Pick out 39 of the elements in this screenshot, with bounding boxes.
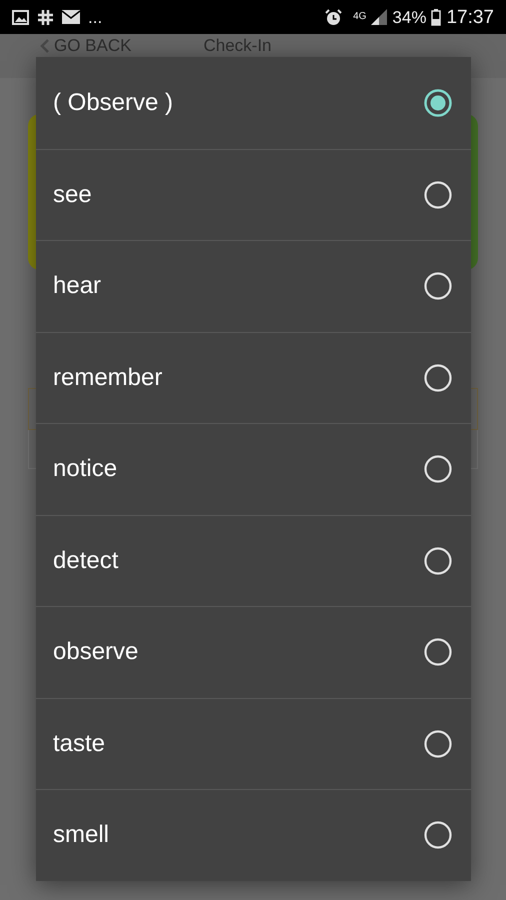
option-row[interactable]: hear bbox=[36, 240, 471, 332]
option-label: notice bbox=[53, 455, 118, 484]
radio-button[interactable] bbox=[423, 180, 453, 210]
option-label: see bbox=[53, 180, 92, 209]
grid-icon bbox=[37, 8, 54, 26]
alarm-icon bbox=[325, 8, 342, 26]
radio-button[interactable] bbox=[423, 637, 453, 668]
radio-button[interactable] bbox=[423, 728, 453, 759]
option-row[interactable]: remember bbox=[36, 332, 471, 423]
radio-button[interactable] bbox=[423, 546, 453, 576]
chevron-left-icon bbox=[40, 38, 50, 54]
screen-title: Check-In bbox=[203, 37, 272, 54]
signal-icon bbox=[371, 9, 388, 25]
option-row[interactable]: ( Observe ) bbox=[36, 57, 471, 148]
image-icon bbox=[12, 10, 29, 24]
option-row[interactable]: observe bbox=[36, 606, 471, 698]
radio-button[interactable] bbox=[423, 362, 453, 393]
radio-button[interactable] bbox=[423, 271, 453, 302]
option-row[interactable]: see bbox=[36, 148, 471, 240]
option-label: taste bbox=[53, 730, 106, 758]
network-type: 4G bbox=[353, 12, 366, 22]
option-row[interactable]: detect bbox=[36, 514, 471, 606]
option-label: smell bbox=[53, 821, 110, 850]
battery-percent: 34% bbox=[392, 8, 426, 26]
option-row[interactable]: notice bbox=[36, 423, 471, 514]
radio-button[interactable] bbox=[423, 454, 453, 484]
option-label: ( Observe ) bbox=[53, 88, 174, 117]
option-row[interactable]: taste bbox=[36, 698, 471, 789]
radio-button[interactable] bbox=[423, 820, 453, 850]
option-label: observe bbox=[53, 638, 138, 666]
radio-button[interactable] bbox=[423, 88, 453, 118]
option-label: hear bbox=[53, 272, 102, 300]
option-row[interactable]: smell bbox=[36, 789, 471, 880]
clock: 17:37 bbox=[446, 8, 494, 26]
mail-icon bbox=[62, 10, 80, 24]
option-label: detect bbox=[53, 546, 118, 575]
option-label: remember bbox=[53, 364, 162, 392]
overflow-indicator: ... bbox=[88, 8, 102, 26]
battery-icon bbox=[431, 8, 442, 26]
